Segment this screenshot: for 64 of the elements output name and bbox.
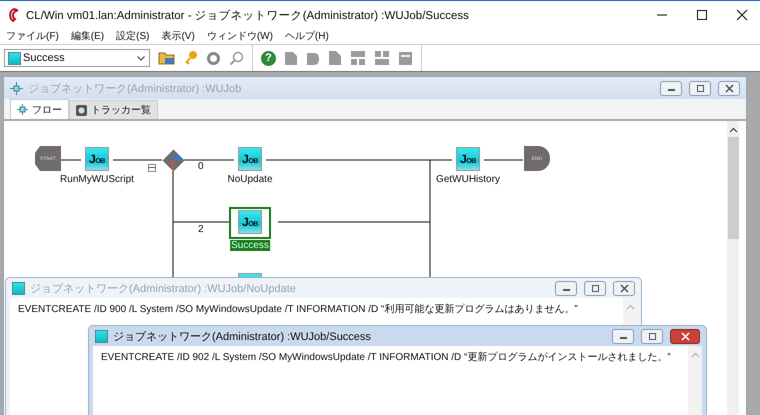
grid-icon[interactable]: [374, 50, 390, 66]
job-label: NoUpdate: [227, 174, 273, 185]
menu-item[interactable]: ヘルプ(H): [284, 29, 329, 43]
close-icon: [680, 332, 690, 340]
network-icon: [10, 82, 23, 94]
tab[interactable]: フロー: [10, 99, 69, 119]
branch-icon[interactable]: [162, 149, 185, 172]
maximize-icon: [648, 332, 656, 340]
maximize-icon: [590, 284, 600, 292]
minimize-button[interactable]: [612, 328, 634, 344]
command-text: EVENTCREATE /ID 902 /L System /SO MyWindowsUpdate /T INFORMATION /D “更新プログラムがインストールされました。”: [101, 352, 671, 363]
close-icon: [724, 84, 734, 92]
collapse-icon[interactable]: [148, 164, 156, 172]
document-icon[interactable]: [306, 50, 320, 66]
caret-icon: [137, 56, 145, 60]
document-icon[interactable]: [284, 50, 298, 66]
close-icon: [620, 284, 628, 292]
minimize-button[interactable]: [555, 280, 577, 296]
help-button[interactable]: ?: [261, 50, 276, 66]
job-icon: [95, 330, 108, 342]
window-title: CL/Win vm01.lan:Administrator - ジョブネットワーク(Administrator) :WUJob/Success: [26, 8, 469, 22]
job-icon: [8, 52, 21, 64]
window-title: ジョブネットワーク(Administrator) :WUJob/Success: [113, 330, 371, 344]
minimize-button[interactable]: [660, 80, 682, 96]
maximize-button[interactable]: [584, 280, 606, 296]
branch-label: 2: [198, 224, 204, 235]
job-label: Success: [230, 240, 270, 251]
network-icon: [17, 104, 28, 115]
close-button[interactable]: [670, 328, 700, 344]
job-node[interactable]: JOB: [238, 147, 262, 171]
refresh-icon[interactable]: [206, 50, 221, 66]
maximize-button[interactable]: [641, 328, 663, 344]
scroll-up-icon[interactable]: [728, 127, 738, 133]
scrollbar[interactable]: [727, 121, 739, 415]
tab[interactable]: トラッカー覧: [69, 100, 158, 119]
menu-item[interactable]: 表示(V): [161, 29, 195, 43]
maximize-icon: [696, 84, 704, 92]
close-button[interactable]: [718, 80, 740, 96]
close-icon[interactable]: [736, 9, 748, 21]
job-label: GetWUHistory: [436, 174, 500, 185]
job-node[interactable]: JOB: [456, 147, 480, 171]
menu-item[interactable]: 編集(E): [70, 29, 104, 43]
job-label: RunMyWUScript: [60, 174, 134, 185]
job-icon: [12, 282, 25, 294]
window-title: ジョブネットワーク(Administrator) :WUJob: [28, 82, 242, 96]
job-selector[interactable]: Success: [4, 49, 150, 67]
command-text: EVENTCREATE /ID 900 /L System /SO MyWindowsUpdate /T INFORMATION /D “利用可能な更新プログラムはありません。”: [18, 304, 578, 315]
job-node[interactable]: JOB: [229, 207, 271, 239]
app-logo-icon: [8, 8, 20, 22]
maximize-icon[interactable]: [696, 9, 708, 21]
menu-item[interactable]: ファイル(F): [6, 29, 59, 43]
menu-item[interactable]: 設定(S): [116, 29, 150, 43]
document-icon[interactable]: [328, 50, 342, 66]
window-icon[interactable]: [398, 50, 413, 66]
window-title: ジョブネットワーク(Administrator) :WUJob/NoUpdate: [30, 282, 296, 296]
job-node[interactable]: JOB: [85, 147, 109, 171]
branch-label: 0: [198, 161, 204, 172]
close-button[interactable]: [613, 280, 635, 296]
tracker-icon: [76, 104, 87, 116]
folder-icon[interactable]: [158, 50, 176, 66]
search-icon[interactable]: [229, 50, 244, 66]
maximize-button[interactable]: [689, 80, 711, 96]
grid-icon[interactable]: [350, 50, 366, 66]
menu-item[interactable]: ウィンドウ(W): [206, 29, 273, 43]
